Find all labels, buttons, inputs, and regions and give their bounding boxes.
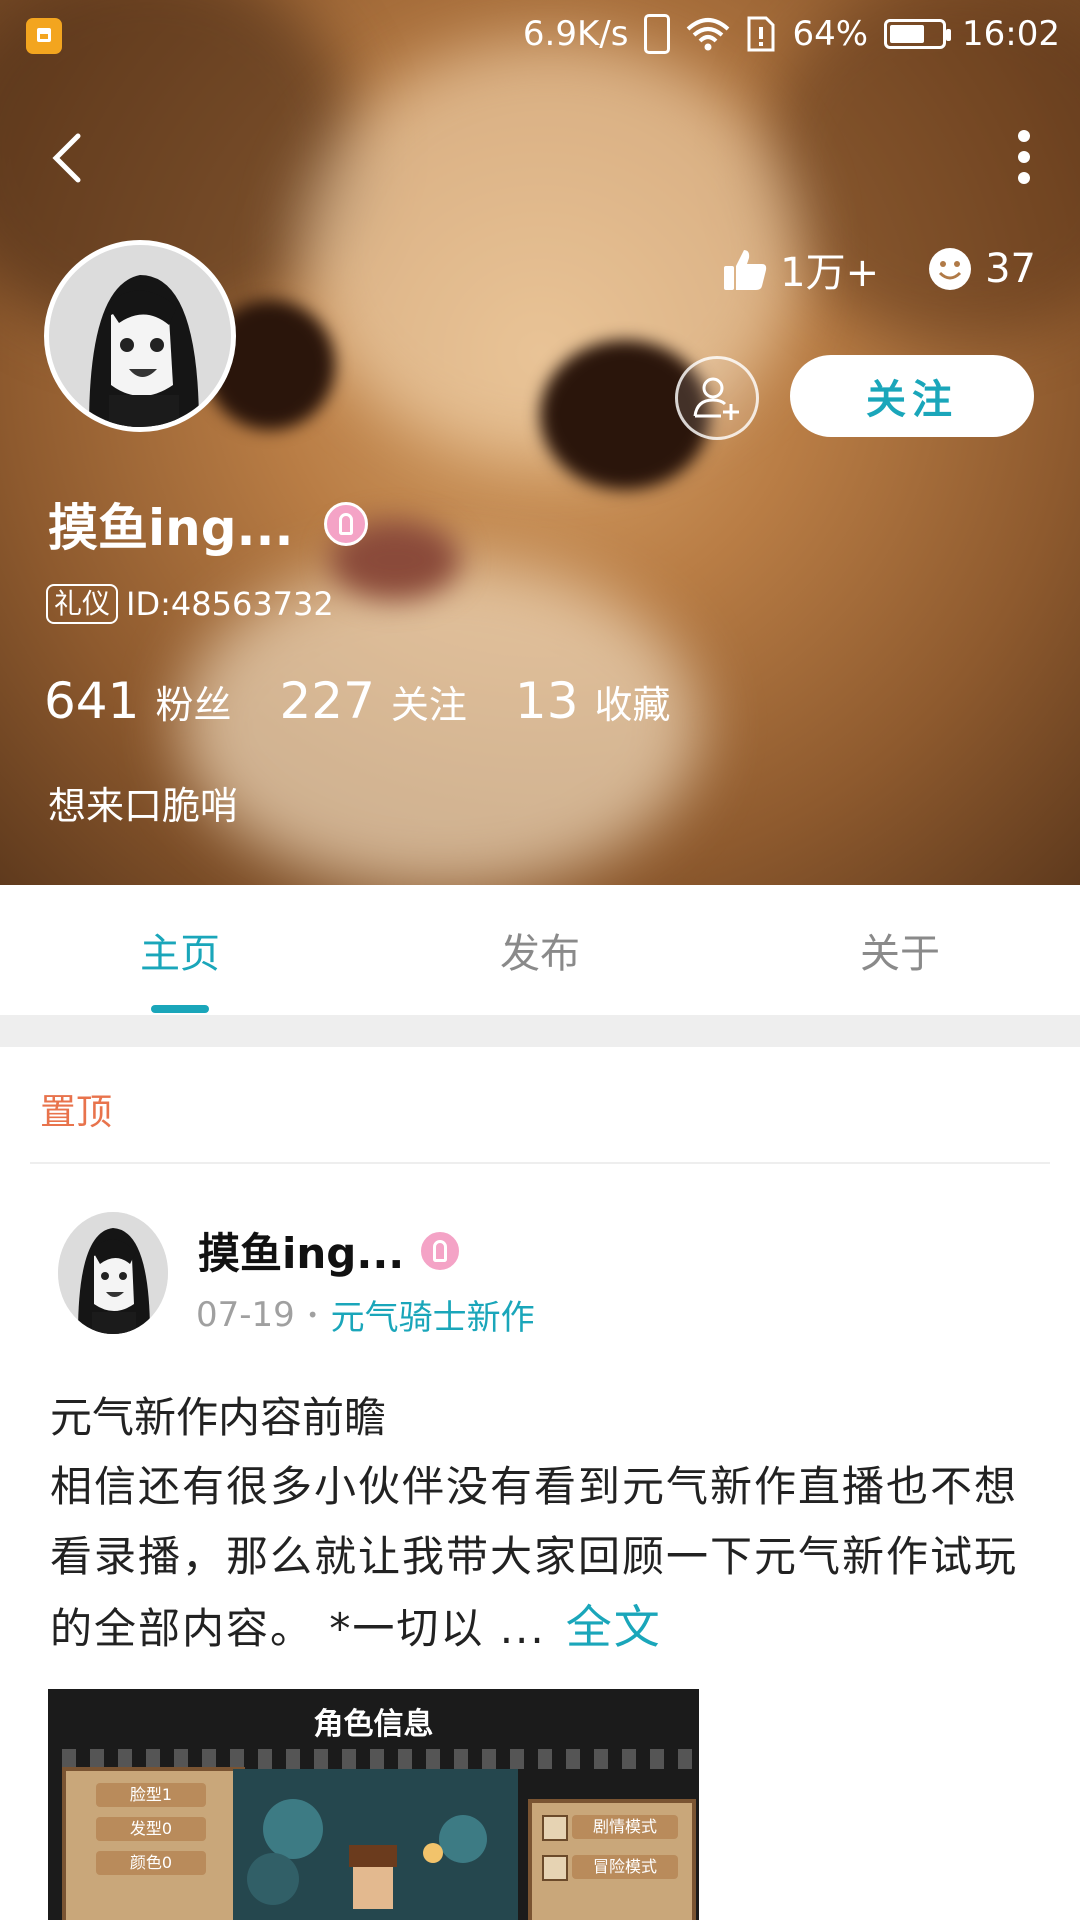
image-border-decor: [48, 1749, 699, 1769]
user-id-row: 礼仪 ID:48563732: [46, 584, 334, 624]
clock: 16:02: [962, 14, 1060, 54]
meta-separator: •: [306, 1302, 319, 1327]
image-option: 颜色0: [96, 1851, 206, 1875]
profile-cover: 6.9K/s 64% 16:02 1万+ 37 关注 摸鱼ing... 礼仪 I…: [0, 0, 1080, 885]
post-body-text: 相信还有很多小伙伴没有看到元气新作直播也不想看录播，那么就让我带大家回顾一下元气…: [50, 1462, 1019, 1653]
image-option: 剧情模式: [572, 1815, 678, 1839]
likes-count: 1万+: [722, 240, 879, 298]
smiles-count: 37: [927, 246, 1036, 292]
profile-tabs: 主页 发布 关于: [0, 885, 1080, 1015]
pinned-label: 置顶: [40, 1092, 113, 1133]
profile-bio: 想来口脆哨: [48, 784, 239, 828]
post-image[interactable]: 角色信息 脸型1 发型0 颜色0 剧情模式 冒险模式: [48, 1689, 699, 1920]
image-checkbox: [542, 1855, 568, 1881]
post-author-name: 摸鱼ing...: [198, 1229, 405, 1278]
back-arrow-icon[interactable]: [48, 128, 88, 188]
post-date: 07-19: [196, 1294, 295, 1335]
net-speed: 6.9K/s: [522, 14, 629, 54]
user-id: ID:48563732: [126, 585, 334, 623]
post-title[interactable]: 元气新作内容前瞻: [50, 1384, 386, 1445]
image-checkbox: [542, 1815, 568, 1841]
read-more-link[interactable]: 全文: [566, 1600, 662, 1654]
app-lock-icon: [26, 18, 62, 54]
id-tag: 礼仪: [46, 584, 119, 624]
image-left-panel: 脸型1 发型0 颜色0: [62, 1767, 245, 1920]
divider: [30, 1162, 1050, 1164]
profile-reactions: 1万+ 37: [674, 240, 1036, 298]
stat-following[interactable]: 227 关注: [279, 672, 466, 730]
battery-percent: 64%: [792, 14, 869, 54]
tab-posts[interactable]: 发布: [360, 885, 720, 1015]
stat-followers[interactable]: 641 粉丝: [44, 672, 231, 730]
more-options-icon[interactable]: [1014, 130, 1034, 184]
thumbs-up-icon: [724, 250, 767, 290]
profile-stats: 641 粉丝 227 关注 13 收藏: [44, 672, 719, 730]
post-body[interactable]: 相信还有很多小伙伴没有看到元气新作直播也不想看录播，那么就让我带大家回顾一下元气…: [50, 1452, 1030, 1664]
image-right-panel: 剧情模式 冒险模式: [528, 1799, 696, 1920]
post-game-link[interactable]: 元气骑士新作: [331, 1290, 535, 1339]
battery-icon: [884, 19, 952, 49]
vibrate-icon: [644, 14, 671, 54]
smile-face-icon: [929, 248, 972, 290]
post-meta: 07-19 • 元气骑士新作: [196, 1290, 535, 1339]
image-title: 角色信息: [313, 1707, 434, 1742]
add-user-icon: [693, 377, 739, 420]
status-bar: 6.9K/s 64% 16:02: [0, 0, 1080, 72]
sim-card-icon: [746, 15, 776, 53]
post-author-avatar[interactable]: [58, 1212, 168, 1334]
image-option: 脸型1: [96, 1783, 206, 1807]
avatar[interactable]: [44, 240, 236, 432]
add-friend-button[interactable]: [675, 356, 759, 440]
image-option: 发型0: [96, 1817, 206, 1841]
image-game-scene: [233, 1769, 518, 1920]
profile-username-row: 摸鱼ing...: [48, 488, 368, 560]
username: 摸鱼ing...: [48, 499, 294, 557]
post-author-row[interactable]: 摸鱼ing...: [198, 1220, 463, 1281]
wifi-icon: [686, 17, 730, 51]
section-divider: [0, 1015, 1080, 1047]
user-badge-icon: [418, 1228, 463, 1273]
user-badge-icon[interactable]: [323, 502, 368, 546]
follow-button[interactable]: 关注: [790, 355, 1034, 437]
image-option: 冒险模式: [572, 1855, 678, 1879]
tab-about[interactable]: 关于: [720, 885, 1080, 1015]
stat-favorites[interactable]: 13 收藏: [515, 672, 671, 730]
tab-home[interactable]: 主页: [0, 885, 360, 1015]
